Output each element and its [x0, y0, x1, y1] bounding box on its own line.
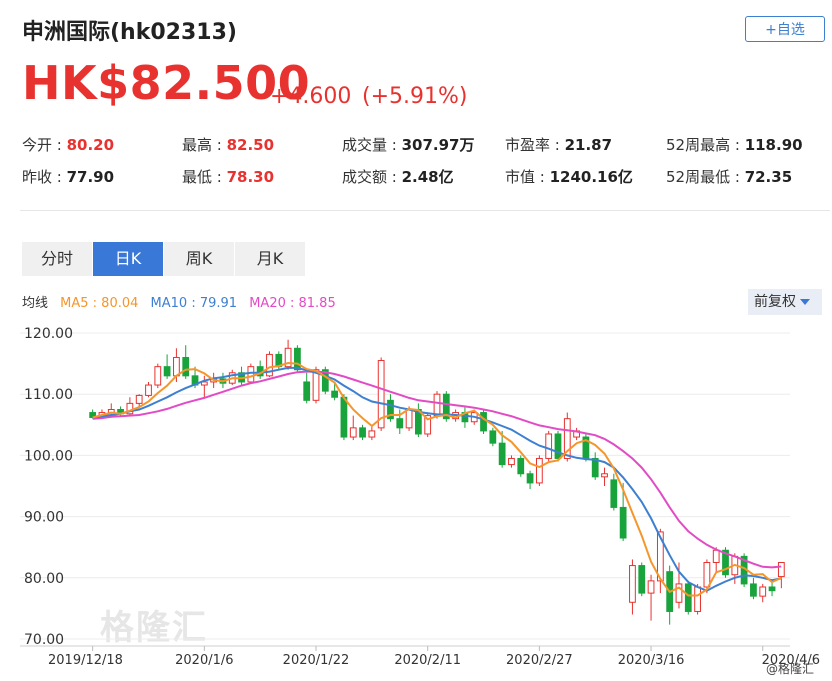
candle-body [610, 479, 618, 508]
candle-body [247, 366, 255, 383]
x-tick-label: 2020/2/11 [394, 653, 461, 668]
candle-body [182, 356, 190, 377]
x-tick-label: 2020/1/22 [283, 653, 350, 668]
candle-body [545, 433, 553, 459]
candle-body [163, 366, 171, 377]
candle-body [684, 583, 692, 612]
candle-body [777, 562, 785, 578]
y-tick-label: 100.00 [24, 448, 73, 464]
candle-body [405, 409, 413, 429]
candle-body [331, 390, 339, 398]
y-tick-label: 90.00 [24, 510, 64, 526]
candle-body [759, 586, 767, 597]
candle-body [145, 384, 152, 396]
candlestick-chart: 120.00110.00100.0090.0080.0070.002019/12… [20, 326, 820, 668]
candle-body [647, 580, 655, 594]
y-tick-label: 110.00 [24, 387, 73, 403]
candle-body [294, 347, 301, 371]
candle-body [508, 457, 515, 466]
candle-body [173, 356, 180, 377]
x-tick-label: 2020/3/16 [618, 653, 685, 668]
candle-body [359, 427, 366, 438]
candle-body [135, 394, 143, 404]
candle-body [340, 396, 348, 438]
candle-body [768, 586, 776, 592]
candle-body [712, 549, 720, 564]
candle-body [368, 430, 376, 438]
y-tick-label: 80.00 [24, 571, 64, 587]
candle-body [396, 418, 404, 429]
candle-body [601, 473, 608, 478]
x-tick-label: 2020/1/6 [175, 653, 233, 668]
candle-body [535, 457, 543, 484]
candle-body [750, 583, 757, 597]
candle-body [526, 473, 534, 484]
candle-body [433, 393, 441, 417]
x-tick-label: 2019/12/18 [48, 653, 123, 668]
candle-body [619, 506, 627, 539]
candle-body [489, 430, 497, 444]
candle-body [703, 562, 711, 588]
x-tick-label: 2020/2/27 [506, 653, 573, 668]
candle-body [154, 366, 162, 386]
candle-body [349, 427, 357, 438]
candle-body [480, 412, 487, 432]
source-credit: @格隆汇 [766, 662, 815, 676]
y-tick-label: 120.00 [24, 326, 73, 342]
candle-body [554, 433, 562, 459]
candle-body [694, 586, 701, 612]
candle-body [498, 442, 506, 466]
candle-body [517, 457, 525, 475]
candle-body [303, 381, 311, 401]
candle-body [629, 565, 636, 603]
candle-body [638, 565, 646, 594]
